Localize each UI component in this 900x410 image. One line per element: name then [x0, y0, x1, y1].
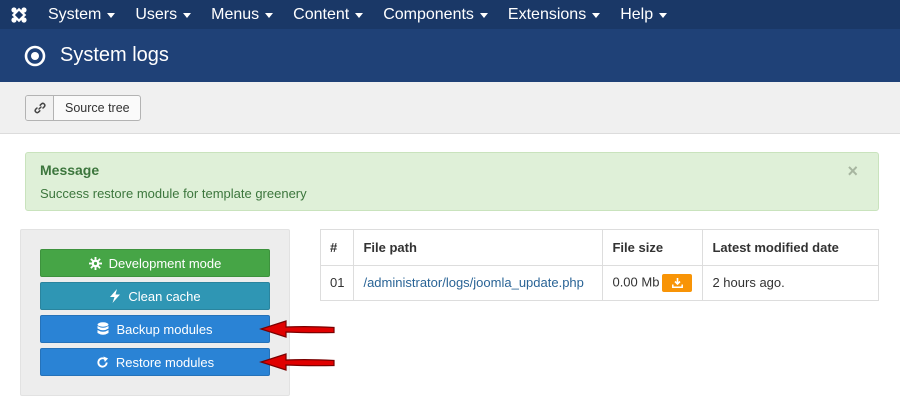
close-icon[interactable]: × [847, 161, 858, 182]
table-row: 01 /administrator/logs/joomla_update.php… [319, 264, 879, 301]
source-tree-label: Source tree [65, 101, 130, 115]
download-icon [672, 277, 683, 288]
nav-help[interactable]: Help [610, 0, 677, 29]
nav-components[interactable]: Components [373, 0, 498, 29]
file-size-value: 0.00 Mb [612, 274, 660, 290]
nav-label: Help [620, 5, 654, 23]
flash-icon [110, 289, 121, 303]
table-header-row: # File path File size Latest modified da… [319, 229, 879, 266]
redo-icon [97, 355, 108, 368]
link-icon [26, 96, 54, 120]
clean-cache-button[interactable]: Clean cache [40, 282, 270, 310]
caret-down-icon [355, 13, 364, 18]
nav-label: System [48, 5, 102, 23]
file-path-cell: /administrator/logs/joomla_update.php [353, 264, 604, 301]
column-header-modified-date: Latest modified date [702, 229, 879, 266]
file-path-link[interactable]: /administrator/logs/joomla_update.php [363, 275, 583, 290]
annotation-arrow-icon [259, 353, 335, 371]
top-navbar: System Users Menus Content Components Ex… [0, 0, 900, 29]
clean-cache-label: Clean cache [128, 288, 201, 304]
caret-down-icon [659, 13, 668, 18]
gear-icon [88, 256, 102, 270]
nav-menus[interactable]: Menus [201, 0, 283, 29]
row-number: 01 [319, 264, 355, 301]
message-text: Success restore module for template gree… [40, 186, 307, 201]
nav-label: Extensions [507, 5, 587, 23]
development-mode-button[interactable]: Development mode [40, 249, 270, 277]
nav-label: Users [135, 5, 178, 23]
actions-panel: Development mode Clean cache Backup modu… [20, 229, 290, 396]
column-header-number: # [319, 229, 355, 266]
restore-modules-label: Restore modules [115, 354, 215, 370]
nav-label: Components [383, 5, 474, 23]
caret-down-icon [265, 13, 274, 18]
modified-date-cell: 2 hours ago. [702, 264, 879, 301]
page-header: System logs [0, 29, 900, 82]
caret-down-icon [183, 13, 192, 18]
joomla-logo-icon[interactable] [0, 0, 38, 29]
database-icon [97, 322, 109, 335]
download-button[interactable] [662, 273, 693, 292]
target-icon [24, 45, 46, 66]
restore-modules-button[interactable]: Restore modules [40, 348, 270, 376]
nav-system[interactable]: System [38, 0, 125, 29]
message-title: Message [40, 162, 100, 178]
file-size-cell: 0.00 Mb [602, 264, 704, 301]
caret-down-icon [592, 13, 601, 18]
development-mode-label: Development mode [108, 255, 222, 271]
success-message: Message Success restore module for templ… [25, 152, 879, 211]
logs-table: # File path File size Latest modified da… [319, 229, 879, 301]
backup-modules-button[interactable]: Backup modules [40, 315, 270, 343]
column-header-file-path: File path [353, 229, 604, 266]
backup-modules-label: Backup modules [116, 321, 213, 337]
nav-label: Menus [211, 5, 260, 23]
page-title: System logs [60, 44, 169, 66]
nav-extensions[interactable]: Extensions [498, 0, 610, 29]
source-tree-button[interactable]: Source tree [25, 95, 141, 121]
nav-content[interactable]: Content [283, 0, 373, 29]
toolbar: Source tree [0, 82, 900, 134]
column-header-file-size: File size [602, 229, 704, 266]
annotation-arrow-icon [259, 320, 335, 338]
caret-down-icon [479, 13, 488, 18]
nav-users[interactable]: Users [125, 0, 201, 29]
caret-down-icon [107, 13, 116, 18]
nav-label: Content [293, 5, 350, 23]
